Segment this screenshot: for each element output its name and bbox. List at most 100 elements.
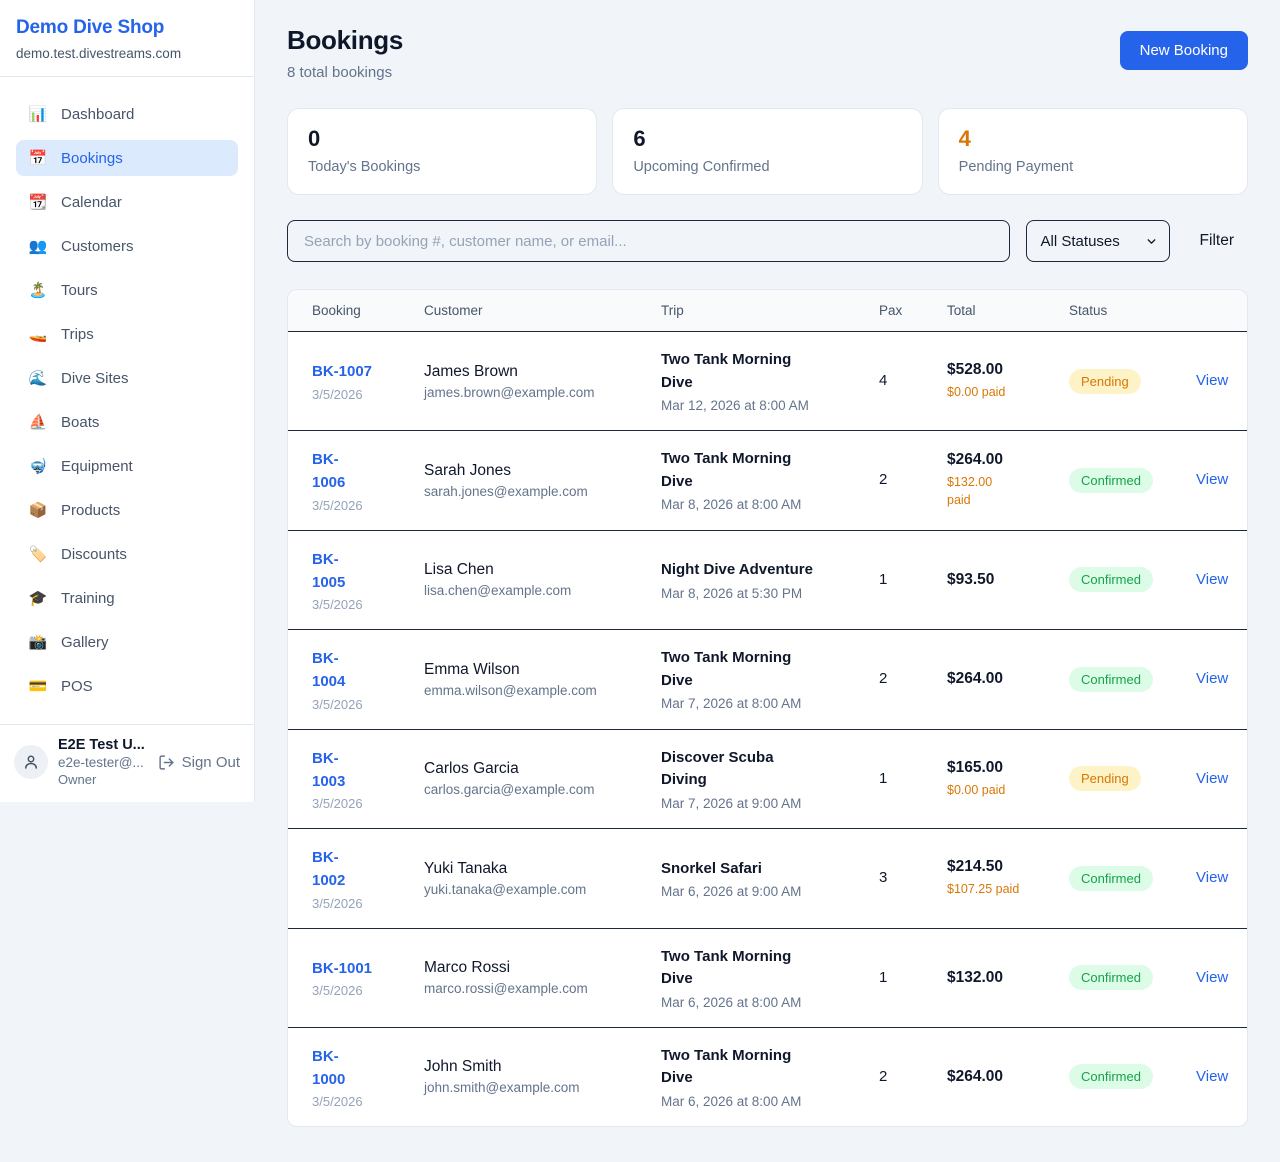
- total-amount: $165.00: [947, 759, 1061, 777]
- status-badge: Confirmed: [1069, 667, 1153, 692]
- sidebar-item-label: Customers: [61, 238, 134, 255]
- sidebar-item-gallery[interactable]: 📸Gallery: [16, 624, 238, 660]
- booking-id-link[interactable]: BK- 1004: [312, 647, 416, 694]
- status-badge: Confirmed: [1069, 468, 1153, 493]
- view-link[interactable]: View: [1196, 770, 1228, 787]
- sidebar-item-products[interactable]: 📦 Products: [16, 492, 238, 528]
- stat-label: Today's Bookings: [308, 159, 576, 175]
- sidebar-item-label: Dashboard: [61, 106, 134, 123]
- page-header: Bookings 8 total bookings New Booking: [287, 25, 1248, 81]
- trip-name: Two Tank Morning Dive: [661, 349, 871, 394]
- customer-email: yuki.tanaka@example.com: [424, 882, 653, 897]
- status-badge: Pending: [1069, 369, 1141, 394]
- dive-mask-icon: 🤿: [28, 459, 48, 474]
- table-row: BK- 10053/5/2026 Lisa Chenlisa.chen@exam…: [288, 530, 1248, 630]
- search-input[interactable]: [287, 220, 1010, 262]
- total-amount: $264.00: [947, 1068, 1061, 1086]
- sidebar-item-training[interactable]: 🎓Training: [16, 580, 238, 616]
- filter-button[interactable]: Filter: [1186, 224, 1248, 258]
- table-row: BK- 10063/5/2026 Sarah Jonessarah.jones@…: [288, 431, 1248, 531]
- sidebar-item-equipment[interactable]: 🤿Equipment: [16, 448, 238, 484]
- sidebar-item-tours[interactable]: 🏝️Tours: [16, 272, 238, 308]
- sidebar-item-discounts[interactable]: 🏷️Discounts: [16, 536, 238, 572]
- customer-email: sarah.jones@example.com: [424, 484, 653, 499]
- sign-out-label: Sign Out: [182, 754, 240, 771]
- shop-name: Demo Dive Shop: [16, 17, 238, 39]
- new-booking-button[interactable]: New Booking: [1120, 31, 1248, 70]
- table-row: BK- 10043/5/2026 Emma Wilsonemma.wilson@…: [288, 630, 1248, 730]
- view-link[interactable]: View: [1196, 869, 1228, 886]
- customer-email: lisa.chen@example.com: [424, 583, 653, 598]
- trip-name: Night Dive Adventure: [661, 559, 871, 582]
- sidebar-item-label: Products: [61, 502, 120, 519]
- graduation-cap-icon: 🎓: [28, 591, 48, 606]
- sidebar-item-customers[interactable]: 👥Customers: [16, 228, 238, 264]
- booking-id-link[interactable]: BK- 1003: [312, 747, 416, 794]
- package-icon: 📦: [28, 503, 48, 518]
- sign-out-button[interactable]: Sign Out: [158, 754, 240, 771]
- column-header-trip: Trip: [661, 290, 879, 332]
- customer-name: Emma Wilson: [424, 661, 653, 679]
- stat-value: 4: [959, 126, 1227, 152]
- sidebar-item-label: Bookings: [61, 150, 123, 167]
- bookings-table-card: Booking Customer Trip Pax Total Status B…: [287, 289, 1248, 1127]
- view-link[interactable]: View: [1196, 471, 1228, 488]
- sidebar-item-label: Tours: [61, 282, 98, 299]
- view-link[interactable]: View: [1196, 571, 1228, 588]
- user-name: E2E Test U...: [58, 737, 158, 753]
- table-row: BK-10073/5/2026 James Brownjames.brown@e…: [288, 332, 1248, 431]
- customer-name: Lisa Chen: [424, 561, 653, 579]
- stat-card-upcoming-confirmed: 6 Upcoming Confirmed: [612, 108, 922, 195]
- app-root: Demo Dive Shop demo.test.divestreams.com…: [0, 0, 1280, 1127]
- view-link[interactable]: View: [1196, 1068, 1228, 1085]
- sidebar-item-label: POS: [61, 678, 93, 695]
- brand-block: Demo Dive Shop demo.test.divestreams.com: [0, 0, 254, 77]
- trip-name: Two Tank Morning Dive: [661, 448, 871, 493]
- customer-name: James Brown: [424, 363, 653, 381]
- sidebar-item-calendar[interactable]: 📆Calendar: [16, 184, 238, 220]
- booking-id-link[interactable]: BK- 1002: [312, 846, 416, 893]
- shop-domain: demo.test.divestreams.com: [16, 46, 238, 61]
- column-header-pax: Pax: [879, 290, 947, 332]
- view-link[interactable]: View: [1196, 670, 1228, 687]
- sidebar-item-label: Boats: [61, 414, 99, 431]
- sidebar-item-dashboard[interactable]: 📊Dashboard: [16, 96, 238, 132]
- user-role: Owner: [58, 772, 158, 787]
- sidebar-item-label: Dive Sites: [61, 370, 129, 387]
- stat-value: 6: [633, 126, 901, 152]
- booking-id-link[interactable]: BK- 1000: [312, 1045, 416, 1092]
- customer-name: Marco Rossi: [424, 959, 653, 977]
- sidebar-item-boats[interactable]: ⛵Boats: [16, 404, 238, 440]
- stats-row: 0 Today's Bookings 6 Upcoming Confirmed …: [287, 108, 1248, 195]
- stat-label: Pending Payment: [959, 159, 1227, 175]
- booking-date: 3/5/2026: [312, 387, 416, 402]
- user-info: E2E Test U... e2e-tester@... Owner: [58, 737, 158, 787]
- sidebar-item-label: Calendar: [61, 194, 122, 211]
- pax-count: 2: [879, 471, 887, 488]
- sidebar-item-dive-sites[interactable]: 🌊 Dive Sites: [16, 360, 238, 396]
- trip-datetime: Mar 8, 2026 at 5:30 PM: [661, 586, 871, 601]
- booking-id-link[interactable]: BK- 1005: [312, 548, 416, 595]
- customer-email: marco.rossi@example.com: [424, 981, 653, 996]
- booking-id-link[interactable]: BK- 1006: [312, 448, 416, 495]
- status-filter-select[interactable]: All Statuses: [1026, 220, 1170, 262]
- trip-name: Two Tank Morning Dive: [661, 946, 871, 991]
- sidebar-item-bookings[interactable]: 📅 Bookings: [16, 140, 238, 176]
- view-link[interactable]: View: [1196, 372, 1228, 389]
- booking-id-link[interactable]: BK-1001: [312, 957, 416, 980]
- column-header-actions: [1196, 290, 1248, 332]
- sidebar-item-trips[interactable]: 🚤Trips: [16, 316, 238, 352]
- pax-count: 1: [879, 571, 887, 588]
- pax-count: 4: [879, 372, 887, 389]
- trip-name: Snorkel Safari: [661, 858, 871, 881]
- stat-card-pending-payment: 4 Pending Payment: [938, 108, 1248, 195]
- view-link[interactable]: View: [1196, 969, 1228, 986]
- logout-icon: [158, 754, 175, 771]
- booking-id-link[interactable]: BK-1007: [312, 360, 416, 383]
- bookings-calendar-icon: 📅: [28, 151, 48, 166]
- sidebar-item-label: Discounts: [61, 546, 127, 563]
- wave-icon: 🌊: [28, 371, 48, 386]
- sidebar-item-pos[interactable]: 💳POS: [16, 668, 238, 704]
- status-badge: Confirmed: [1069, 866, 1153, 891]
- speedboat-icon: 🚤: [28, 327, 48, 342]
